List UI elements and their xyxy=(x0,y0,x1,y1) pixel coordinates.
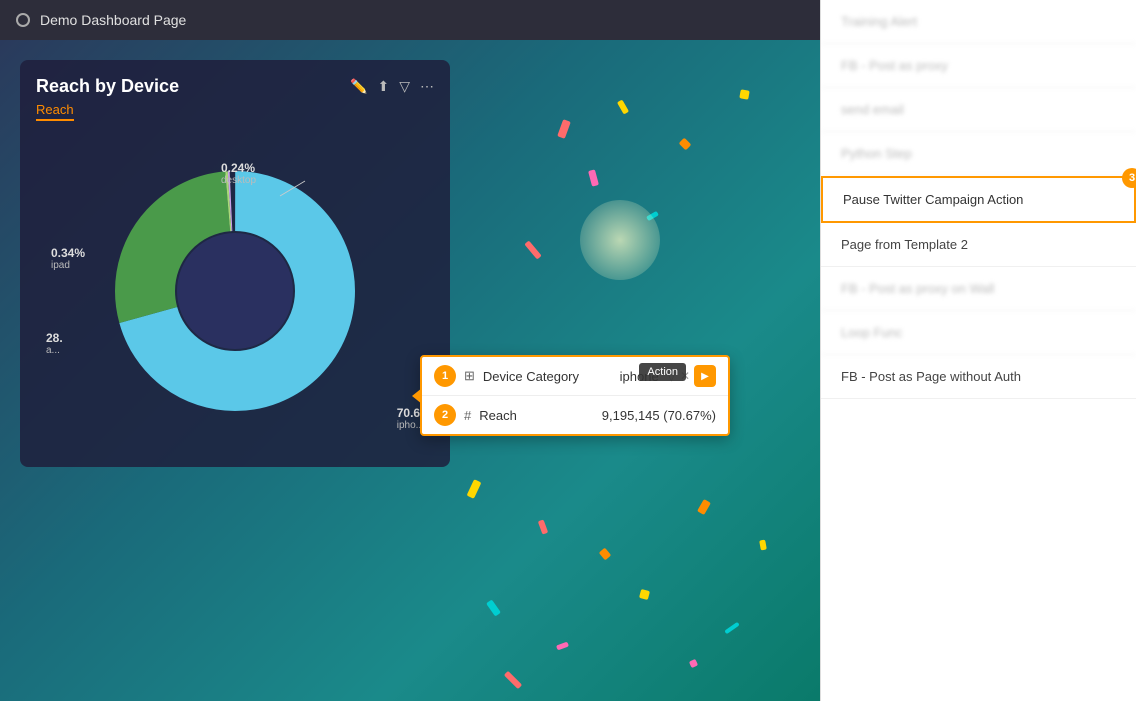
chart-title: Reach by Device xyxy=(36,76,179,97)
tooltip-actions: ▽ ✕ ▶ Action xyxy=(667,365,716,387)
panel-item-label-7: FB - Post as proxy on Wall xyxy=(841,281,994,296)
filter-icon[interactable]: ▽ xyxy=(399,78,410,95)
item-badge-3: 3 xyxy=(1122,168,1136,188)
metric-label: Reach xyxy=(479,408,594,423)
label-android: 28. a... xyxy=(46,331,63,356)
confetti xyxy=(759,540,767,551)
play-button[interactable]: ▶ Action xyxy=(694,365,716,387)
tooltip-row-reach: 2 # Reach 9,195,145 (70.67%) xyxy=(422,396,728,434)
right-panel: Training Alert FB - Post as proxy send e… xyxy=(820,0,1136,701)
confetti xyxy=(467,479,482,499)
window-dot xyxy=(16,13,30,27)
panel-item-8[interactable]: Loop Func xyxy=(821,311,1136,355)
chart-card: Reach by Device ✏️ ⬆ ▽ ⋯ Reach xyxy=(20,60,450,467)
panel-item-7[interactable]: FB - Post as proxy on Wall xyxy=(821,267,1136,311)
confetti xyxy=(486,599,501,616)
confetti xyxy=(617,99,629,114)
page-title: Demo Dashboard Page xyxy=(40,12,186,28)
more-icon[interactable]: ⋯ xyxy=(420,78,434,95)
chart-subtitle: Reach xyxy=(36,102,74,121)
glow-effect xyxy=(580,200,660,280)
panel-item-label-4: Python Step xyxy=(841,146,912,161)
panel-item-6[interactable]: Page from Template 2 xyxy=(821,223,1136,267)
action-tooltip: Action xyxy=(639,363,686,381)
panel-item-1[interactable]: Training Alert xyxy=(821,0,1136,44)
badge-2: 2 xyxy=(434,404,456,426)
donut-svg xyxy=(95,151,375,431)
tooltip-row-device: 1 ⊞ Device Category iphone ▽ ✕ ▶ Action xyxy=(422,357,728,396)
confetti xyxy=(599,548,612,561)
confetti xyxy=(557,119,571,139)
confetti xyxy=(538,519,548,534)
confetti xyxy=(697,499,711,515)
edit-icon[interactable]: ✏️ xyxy=(350,78,367,95)
device-icon: ⊞ xyxy=(464,368,475,384)
panel-item-label-5: Pause Twitter Campaign Action xyxy=(843,192,1023,207)
card-icons: ✏️ ⬆ ▽ ⋯ xyxy=(350,78,434,95)
panel-item-3[interactable]: send email xyxy=(821,88,1136,132)
tooltip-popup: 1 ⊞ Device Category iphone ▽ ✕ ▶ Action … xyxy=(420,355,730,436)
metric-icon: # xyxy=(464,408,471,423)
panel-item-label-9: FB - Post as Page without Auth xyxy=(841,369,1021,384)
confetti xyxy=(639,589,650,600)
topbar: Demo Dashboard Page xyxy=(0,0,820,40)
metric-value: 9,195,145 (70.67%) xyxy=(602,408,716,423)
tooltip-arrow xyxy=(412,388,422,404)
confetti xyxy=(689,659,698,668)
panel-item-label-1: Training Alert xyxy=(841,14,917,29)
panel-item-2[interactable]: FB - Post as proxy xyxy=(821,44,1136,88)
device-label: Device Category xyxy=(483,369,612,384)
panel-item-label-6: Page from Template 2 xyxy=(841,237,968,252)
confetti xyxy=(556,642,569,651)
share-icon[interactable]: ⬆ xyxy=(377,78,389,95)
panel-item-5-highlighted[interactable]: Pause Twitter Campaign Action 3 xyxy=(821,176,1136,223)
confetti xyxy=(504,671,522,689)
donut-hole xyxy=(177,233,293,349)
card-header: Reach by Device ✏️ ⬆ ▽ ⋯ xyxy=(36,76,434,97)
panel-item-label-2: FB - Post as proxy xyxy=(841,58,948,73)
confetti xyxy=(679,138,692,151)
confetti xyxy=(739,89,749,99)
confetti xyxy=(724,622,739,634)
confetti xyxy=(588,169,599,186)
confetti xyxy=(524,240,541,259)
label-desktop: 0.24% desktop xyxy=(221,161,256,186)
panel-item-4[interactable]: Python Step xyxy=(821,132,1136,176)
panel-item-label-8: Loop Func xyxy=(841,325,902,340)
panel-item-9[interactable]: FB - Post as Page without Auth xyxy=(821,355,1136,399)
badge-1: 1 xyxy=(434,365,456,387)
label-ipad: 0.34% ipad xyxy=(51,246,85,271)
panel-item-label-3: send email xyxy=(841,102,904,117)
donut-chart-wrapper: 0.24% desktop 0.34% ipad 28. a... 70.6 i… xyxy=(36,131,434,451)
